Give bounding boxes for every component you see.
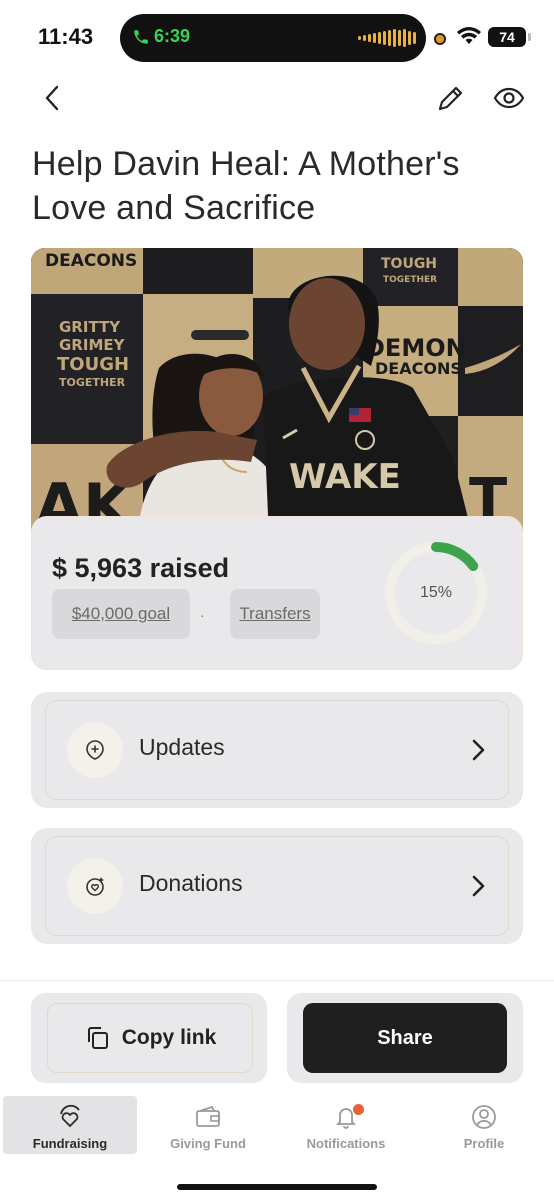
phone-icon xyxy=(134,29,148,44)
copy-link-button[interactable]: Copy link xyxy=(47,1003,253,1073)
profile-icon xyxy=(472,1105,496,1129)
tab-fundraising-label: Fundraising xyxy=(32,1136,108,1151)
notification-badge xyxy=(353,1104,364,1115)
tab-fundraising[interactable]: Fundraising xyxy=(3,1096,137,1154)
microphone-in-use-indicator xyxy=(434,33,446,45)
donations-heart-icon xyxy=(67,858,123,914)
banner-text-deacons: DEACONS xyxy=(45,251,137,271)
home-indicator xyxy=(177,1184,377,1190)
audio-waveform-icon xyxy=(358,28,416,48)
tab-profile[interactable]: Profile xyxy=(417,1096,551,1154)
page-title: Help Davin Heal: A Mother's Love and Sac… xyxy=(32,145,460,227)
chevron-left-icon xyxy=(45,85,59,111)
status-bar: 11:43 6:39 74 xyxy=(0,0,554,76)
donations-card[interactable]: Donations xyxy=(31,828,523,944)
pencil-icon xyxy=(438,86,463,111)
svg-text:TOGETHER: TOGETHER xyxy=(59,376,126,389)
chevron-right-icon xyxy=(467,736,491,764)
fundraiser-cover-photo[interactable]: DEACONS GRITTY GRIMEY TOUGH TOGETHER TOU… xyxy=(31,248,523,538)
updates-label: Updates xyxy=(139,734,225,760)
svg-text:DEACONS: DEACONS xyxy=(375,359,462,378)
call-indicator[interactable]: 6:39 xyxy=(132,26,190,47)
updates-icon xyxy=(67,722,123,778)
svg-text:DEMON: DEMON xyxy=(365,334,466,362)
tab-profile-label: Profile xyxy=(463,1136,505,1151)
svg-text:TOGETHER: TOGETHER xyxy=(383,275,437,285)
wallet-icon xyxy=(196,1105,220,1127)
share-container: Share xyxy=(287,993,523,1083)
tab-notifications[interactable]: Notifications xyxy=(279,1096,413,1154)
svg-text:GRITTY: GRITTY xyxy=(59,318,121,336)
section-divider xyxy=(0,980,554,981)
raised-amount: $ 5,963 raised xyxy=(52,553,230,583)
eye-icon xyxy=(493,87,525,109)
goal-link[interactable]: $40,000 goal xyxy=(52,589,190,639)
edit-button[interactable] xyxy=(434,80,468,116)
chevron-right-icon xyxy=(467,872,491,900)
tab-giving-fund-label: Giving Fund xyxy=(170,1136,246,1151)
tab-notifications-label: Notifications xyxy=(306,1136,386,1151)
separator-dot: · xyxy=(200,607,205,623)
tab-giving-fund[interactable]: Giving Fund xyxy=(141,1096,275,1154)
svg-text:GRIMEY: GRIMEY xyxy=(59,336,126,354)
preview-button[interactable] xyxy=(490,80,528,116)
cover-photo-illustration: DEACONS GRITTY GRIMEY TOUGH TOGETHER TOU… xyxy=(31,248,523,538)
back-button[interactable] xyxy=(36,80,68,116)
copy-link-container: Copy link xyxy=(31,993,267,1083)
copy-link-label: Copy link xyxy=(121,1026,217,1049)
copy-icon xyxy=(87,1027,108,1049)
jersey-text: WAKE xyxy=(289,457,401,497)
updates-card[interactable]: Updates xyxy=(31,692,523,808)
donations-label: Donations xyxy=(139,870,243,896)
svg-text:TOUGH: TOUGH xyxy=(57,354,129,375)
transfers-link[interactable]: Transfers xyxy=(230,589,320,639)
fundraising-heart-icon xyxy=(60,1104,80,1128)
wifi-icon xyxy=(457,27,481,44)
status-time: 11:43 xyxy=(38,24,94,49)
call-duration: 6:39 xyxy=(154,26,191,46)
progress-percent: 15% xyxy=(419,584,453,601)
share-button[interactable]: Share xyxy=(303,1003,507,1073)
svg-text:TOUGH: TOUGH xyxy=(381,256,437,272)
fundraising-progress-card: $ 5,963 raised $40,000 goal · Transfers … xyxy=(31,516,523,670)
battery-indicator: 74 xyxy=(488,27,531,47)
